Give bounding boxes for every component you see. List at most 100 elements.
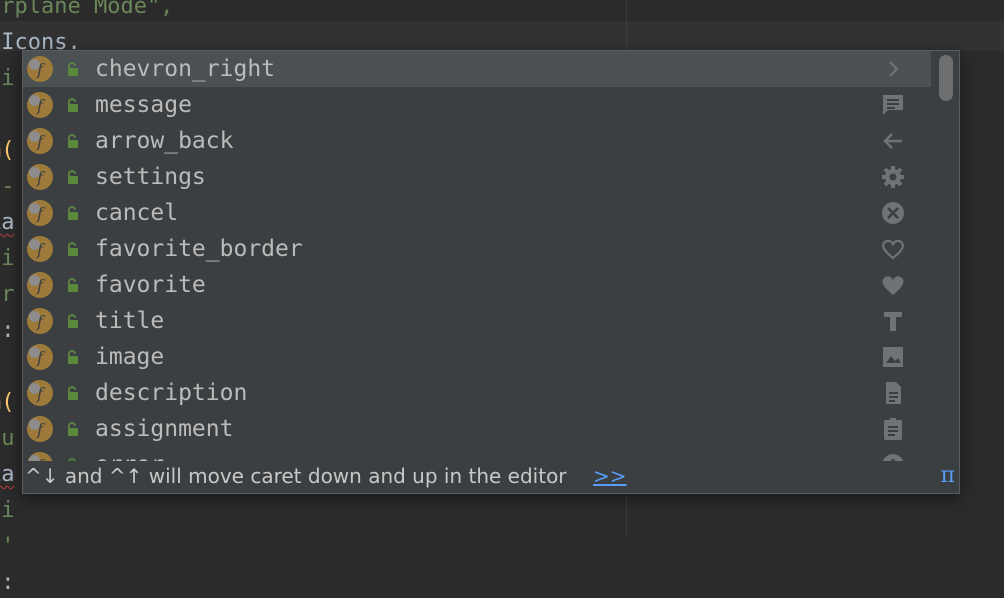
code-line: ti [0,496,15,526]
code-line-text: s: [0,570,15,595]
code-line: m( [0,388,15,418]
completion-item-label: chevron_right [95,56,276,82]
completion-item-label: cancel [95,200,179,226]
pin-icon [29,347,40,358]
completion-item[interactable]: f title [23,303,931,339]
completion-item[interactable]: f settings [23,159,931,195]
unlocked-icon [65,205,81,221]
unlocked-icon [65,169,81,185]
completion-item-label: settings [95,164,206,190]
unlocked-icon [65,241,81,257]
message-icon [879,91,907,119]
field-badge-icon: f [27,308,53,334]
settings-icon [879,163,907,191]
footer-hint: ^↓ and ^↑ will move caret down and up in… [25,464,567,488]
field-badge-icon: f [27,200,53,226]
code-completion-popup[interactable]: f chevron_right f message f arrow_back f settin… [22,50,960,494]
field-badge-icon: f [27,92,53,118]
code-line: ti [0,64,15,94]
scrollbar-thumb[interactable] [939,55,953,101]
pin-icon [29,95,40,106]
code-line-text: m( [0,138,15,163]
code-line: ti [0,244,15,274]
code-line: ir [0,280,15,310]
title-icon [879,307,907,335]
field-badge-icon: f [27,236,53,262]
completion-item[interactable]: f arrow_back [23,123,931,159]
code-line-text: irplane Mode", [0,0,174,19]
favorite-icon [879,271,907,299]
code-line-text: La [0,210,15,235]
field-badge-icon: f [27,380,53,406]
completion-item-label: description [95,380,248,406]
unlocked-icon [65,421,81,437]
pin-icon [29,275,40,286]
field-badge-icon: f [27,56,53,82]
pin-icon [29,419,40,430]
code-line: La [0,208,15,238]
unlocked-icon [65,133,81,149]
completion-footer: ^↓ and ^↑ will move caret down and up in… [23,459,959,493]
completion-item-label: arrow_back [95,128,234,154]
field-badge-icon: f [27,164,53,190]
code-line-text: i- [0,174,15,199]
pin-icon [29,239,40,250]
pin-icon [29,203,40,214]
more-hints-link[interactable]: >> [593,459,627,493]
completion-item-label: message [95,92,192,118]
completion-item-label: favorite_border [95,236,303,262]
unlocked-icon [65,313,81,329]
pin-icon [29,131,40,142]
pin-icon [29,167,40,178]
pin-icon [29,383,40,394]
code-line-text: n' [0,534,15,559]
code-line: s: [0,568,15,598]
pin-icon [29,59,40,70]
unlocked-icon [65,349,81,365]
code-line: s: [0,316,15,346]
completion-item-label: favorite [95,272,206,298]
unlocked-icon [65,385,81,401]
completion-item[interactable]: f image [23,339,931,375]
image-icon [879,343,907,371]
unlocked-icon [65,277,81,293]
unlocked-icon [65,97,81,113]
code-line: irplane Mode", [0,0,173,22]
field-badge-icon: f [27,416,53,442]
field-badge-icon: f [27,128,53,154]
code-line: i- [0,172,15,202]
unlocked-icon [65,61,81,77]
completion-item[interactable]: f chevron_right [23,51,931,87]
field-badge-icon: f [27,272,53,298]
code-line-text: lu [0,426,15,451]
assignment-icon [879,415,907,443]
description-icon [879,379,907,407]
caret-line-highlight [0,21,1004,51]
favorite-border-icon [879,235,907,263]
chevron-right-icon [879,55,907,83]
code-line: La [0,460,15,490]
field-badge-icon: f [27,344,53,370]
code-line-text: ti [0,498,15,523]
code-line-text: ir [0,282,15,307]
completion-scrollbar[interactable] [939,55,953,455]
cancel-icon [879,199,907,227]
code-line-text: ti [0,246,15,271]
completion-item[interactable]: f favorite [23,267,931,303]
completion-list[interactable]: f chevron_right f message f arrow_back f settin… [23,51,931,461]
code-line-text: La [0,462,15,487]
code-line-text: m( [0,390,15,415]
completion-item[interactable]: f cancel [23,195,931,231]
code-line: m( [0,136,15,166]
completion-item[interactable]: f assignment [23,411,931,447]
completion-item-label: image [95,344,165,370]
completion-item[interactable]: f description [23,375,931,411]
completion-item[interactable]: f favorite_border [23,231,931,267]
completion-item-label: assignment [95,416,234,442]
code-line: n' [0,532,15,562]
completion-item[interactable]: f message [23,87,931,123]
code-line-text: s: [0,318,15,343]
completion-item-label: title [95,308,165,334]
pin-icon [29,311,40,322]
pi-icon[interactable]: π [941,459,955,493]
